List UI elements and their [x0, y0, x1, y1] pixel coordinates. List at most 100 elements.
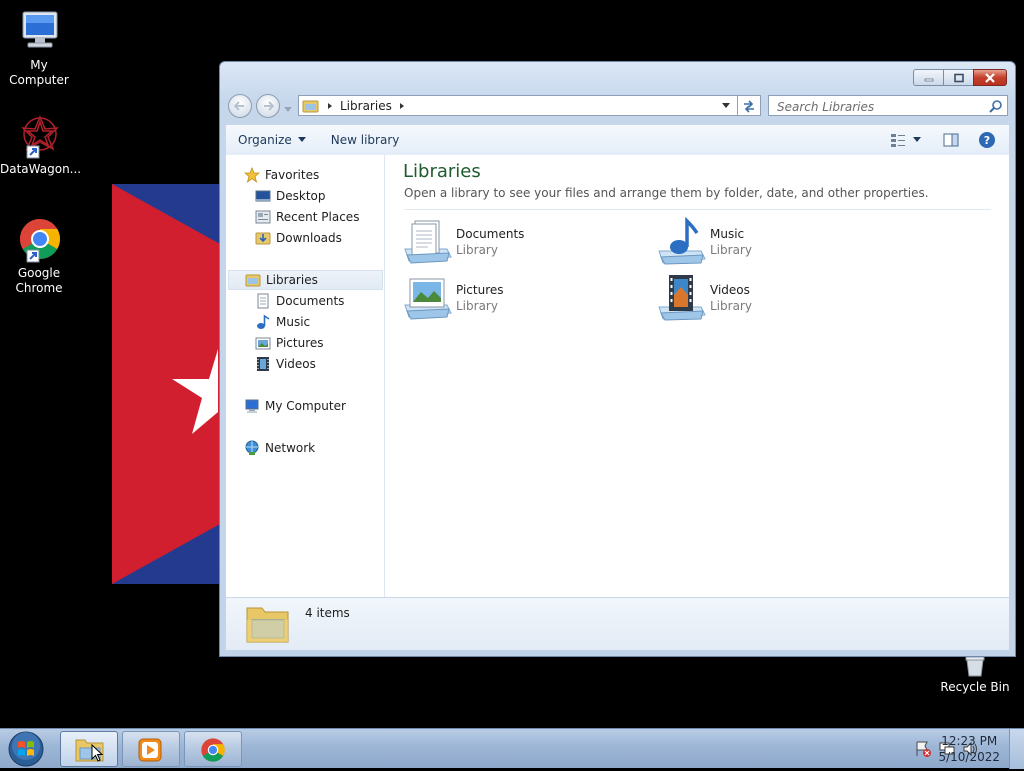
system-clock[interactable]: 12:23 PM 5/10/2022	[938, 733, 1000, 765]
start-button[interactable]	[6, 730, 46, 768]
forward-button[interactable]	[256, 94, 280, 118]
command-bar: Organize New library ?	[226, 125, 1009, 156]
nav-libraries-label: Libraries	[266, 273, 318, 287]
nav-favorites[interactable]: Favorites	[244, 165, 319, 185]
library-type: Library	[456, 299, 498, 313]
back-arrow-icon	[233, 101, 244, 111]
desktop-icon-my-computer[interactable]: My Computer	[0, 8, 78, 88]
nav-item-label: Desktop	[276, 189, 326, 203]
nav-network[interactable]: Network	[244, 438, 315, 458]
network-icon	[245, 440, 259, 455]
desktop-icon-label: Recycle Bin	[940, 680, 1010, 694]
status-bar: 4 items	[226, 597, 1009, 650]
change-view-button[interactable]	[887, 128, 909, 152]
maximize-button[interactable]	[943, 69, 973, 86]
library-name: Videos	[710, 283, 750, 297]
view-dropdown-button[interactable]	[909, 128, 925, 152]
windows-start-orb-icon	[8, 731, 44, 767]
desktop-icon-google-chrome[interactable]: Google Chrome	[0, 216, 78, 296]
breadcrumb-libraries[interactable]: Libraries	[340, 99, 392, 113]
nav-item-desktop[interactable]: Desktop	[255, 186, 326, 206]
pictures-library-icon	[404, 278, 452, 320]
taskbar-media-player-button[interactable]	[122, 731, 180, 767]
back-button[interactable]	[228, 94, 252, 118]
nav-item-label: Recent Places	[276, 210, 360, 224]
close-button[interactable]	[973, 69, 1007, 86]
content-pane: Libraries Open a library to see your fil…	[385, 155, 1009, 598]
star-icon	[244, 167, 260, 183]
library-tile-music[interactable]: Music Library	[657, 217, 877, 269]
nav-item-label: Music	[276, 315, 311, 329]
nav-item-music[interactable]: Music	[255, 312, 310, 332]
desktop-wallpaper-flag	[112, 184, 220, 584]
nav-item-documents[interactable]: Documents	[255, 291, 344, 311]
library-tile-videos[interactable]: Videos Library	[657, 273, 877, 325]
nav-item-recent-places[interactable]: Recent Places	[255, 207, 359, 227]
nav-item-downloads[interactable]: Downloads	[255, 228, 342, 248]
library-tile-documents[interactable]: Documents Library	[403, 217, 623, 269]
nav-libraries[interactable]: Libraries	[228, 270, 383, 290]
page-subtitle: Open a library to see your files and arr…	[404, 186, 929, 200]
music-library-icon	[658, 217, 706, 265]
search-icon[interactable]	[989, 99, 1003, 113]
caption-buttons	[913, 69, 1007, 86]
clock-time: 12:23 PM	[941, 734, 998, 748]
item-count: 4 items	[305, 606, 350, 620]
organize-button[interactable]: Organize	[226, 128, 319, 152]
library-name: Pictures	[456, 283, 504, 297]
search-input[interactable]	[775, 97, 989, 116]
library-type: Library	[710, 299, 752, 313]
taskbar-chrome-button[interactable]	[184, 731, 242, 767]
videos-library-icon	[658, 275, 706, 321]
preview-pane-button[interactable]	[939, 128, 963, 152]
desktop-icon-label: Google Chrome	[15, 266, 63, 295]
library-tile-pictures[interactable]: Pictures Library	[403, 273, 623, 325]
address-row: Libraries	[228, 92, 1008, 120]
taskbar-explorer-button[interactable]	[60, 731, 118, 767]
datawagon-icon	[21, 115, 59, 159]
show-desktop-button[interactable]	[1009, 729, 1024, 769]
documents-icon	[257, 293, 269, 309]
nav-item-label: Pictures	[276, 336, 324, 350]
computer-icon	[22, 11, 58, 48]
action-center-flag-icon[interactable]	[914, 740, 932, 758]
computer-icon	[245, 399, 259, 413]
desktop-icon-datawagon[interactable]: DataWagon...	[0, 112, 82, 177]
new-library-button[interactable]: New library	[319, 128, 412, 152]
chevron-down-icon	[913, 137, 921, 142]
libraries-folder-icon	[246, 607, 289, 643]
nav-item-label: Downloads	[276, 231, 342, 245]
chrome-icon	[20, 219, 60, 263]
refresh-button[interactable]	[738, 95, 761, 116]
mouse-cursor-icon	[91, 744, 104, 762]
svg-text:?: ?	[984, 134, 990, 147]
nav-item-pictures[interactable]: Pictures	[255, 333, 324, 353]
divider	[404, 209, 991, 210]
library-type: Library	[710, 243, 752, 257]
nav-my-computer[interactable]: My Computer	[244, 396, 346, 416]
desktop-icon-label: DataWagon...	[0, 162, 82, 176]
help-icon: ?	[979, 132, 995, 148]
nav-item-videos[interactable]: Videos	[255, 354, 316, 374]
library-type: Library	[456, 243, 498, 257]
search-box	[768, 95, 1008, 116]
forward-arrow-icon	[264, 101, 275, 111]
organize-label: Organize	[238, 133, 292, 147]
address-bar[interactable]: Libraries	[298, 95, 738, 116]
view-controls: ?	[887, 128, 999, 152]
minimize-button[interactable]	[913, 69, 943, 86]
maximize-icon	[953, 73, 964, 82]
desktop-icon-recycle-bin[interactable]: Recycle Bin	[936, 652, 1014, 695]
music-note-icon	[257, 314, 270, 329]
address-dropdown-chevron-icon[interactable]	[721, 102, 731, 110]
page-title: Libraries	[403, 161, 481, 182]
help-button[interactable]: ?	[975, 128, 999, 152]
media-player-icon	[138, 738, 162, 762]
chrome-icon	[201, 738, 225, 762]
new-library-label: New library	[330, 133, 400, 147]
documents-library-icon	[404, 220, 452, 264]
desktop-icon-label: My Computer	[9, 58, 69, 87]
breadcrumb-arrow-icon[interactable]	[397, 101, 407, 111]
film-strip-icon	[257, 357, 269, 371]
recent-pages-chevron-icon[interactable]	[284, 102, 292, 116]
